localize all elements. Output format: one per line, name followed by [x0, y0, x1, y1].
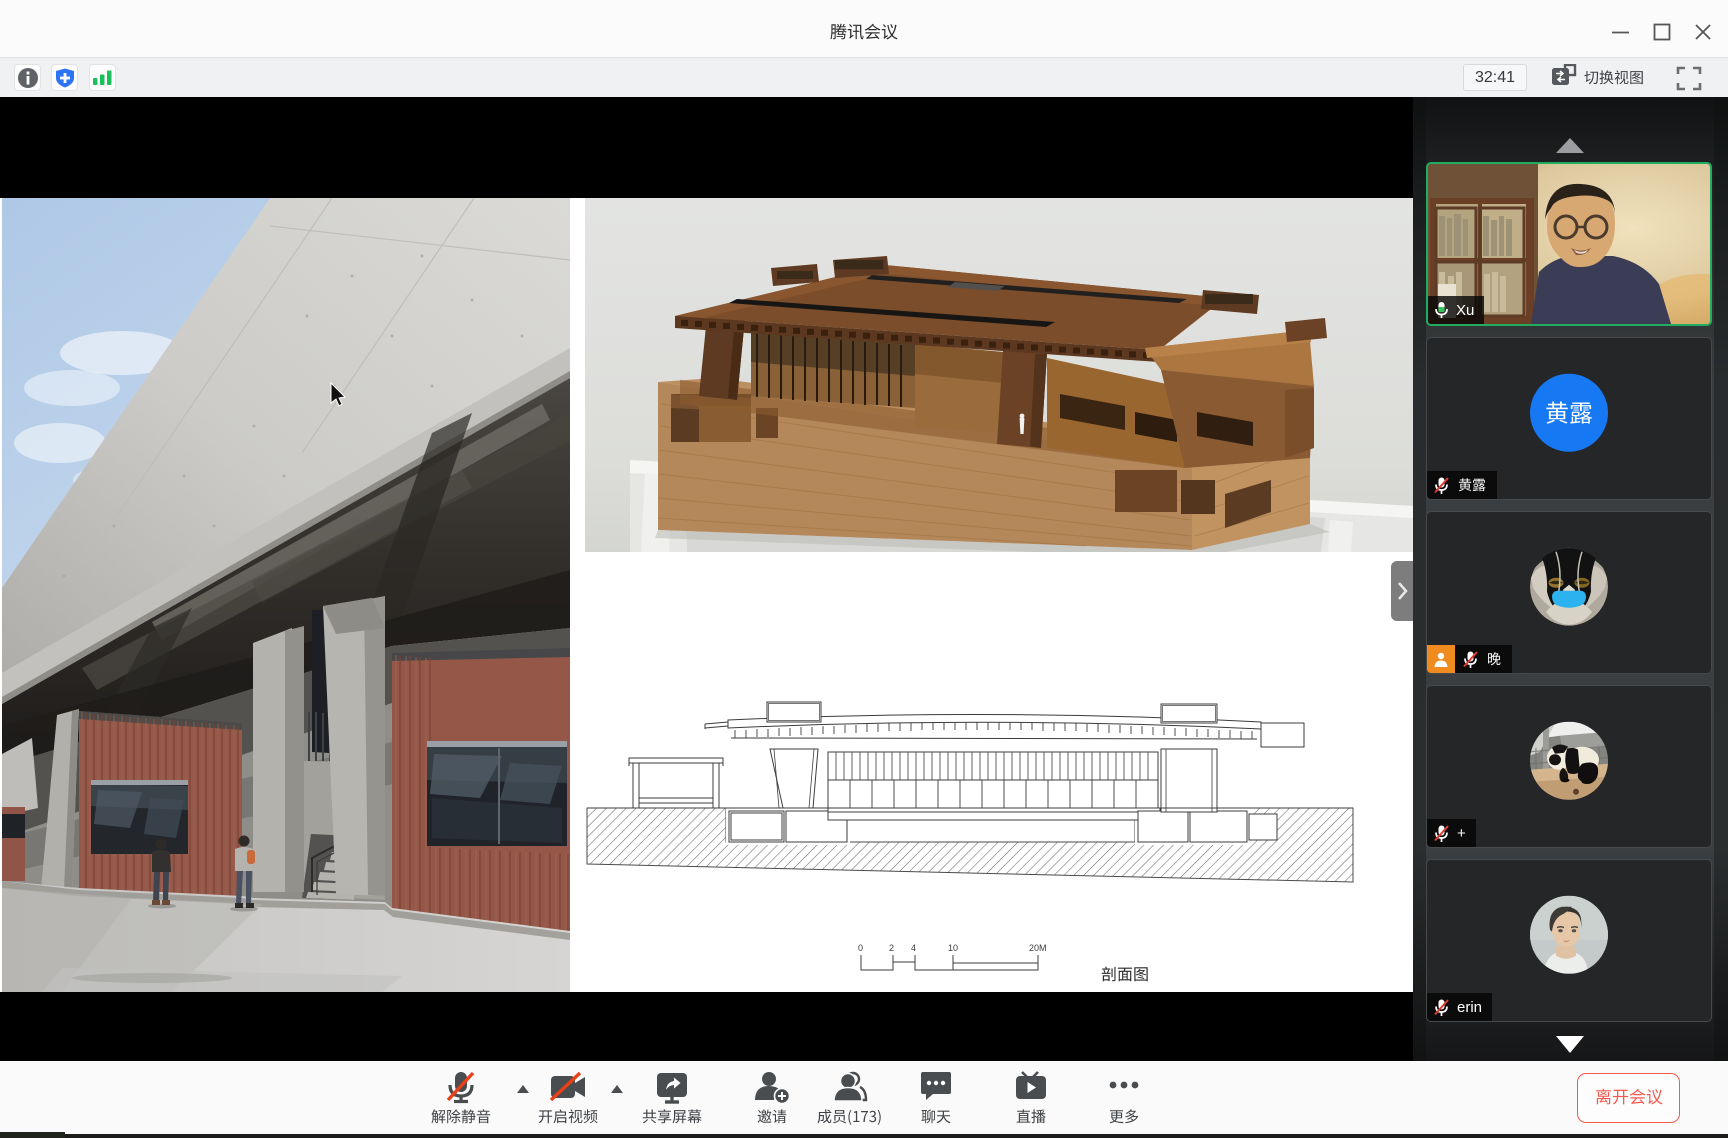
- svg-text:0: 0: [858, 943, 863, 953]
- svg-text:2: 2: [889, 943, 894, 953]
- svg-text:4: 4: [911, 943, 916, 953]
- svg-text:10: 10: [948, 943, 958, 953]
- svg-text:20M: 20M: [1029, 943, 1047, 953]
